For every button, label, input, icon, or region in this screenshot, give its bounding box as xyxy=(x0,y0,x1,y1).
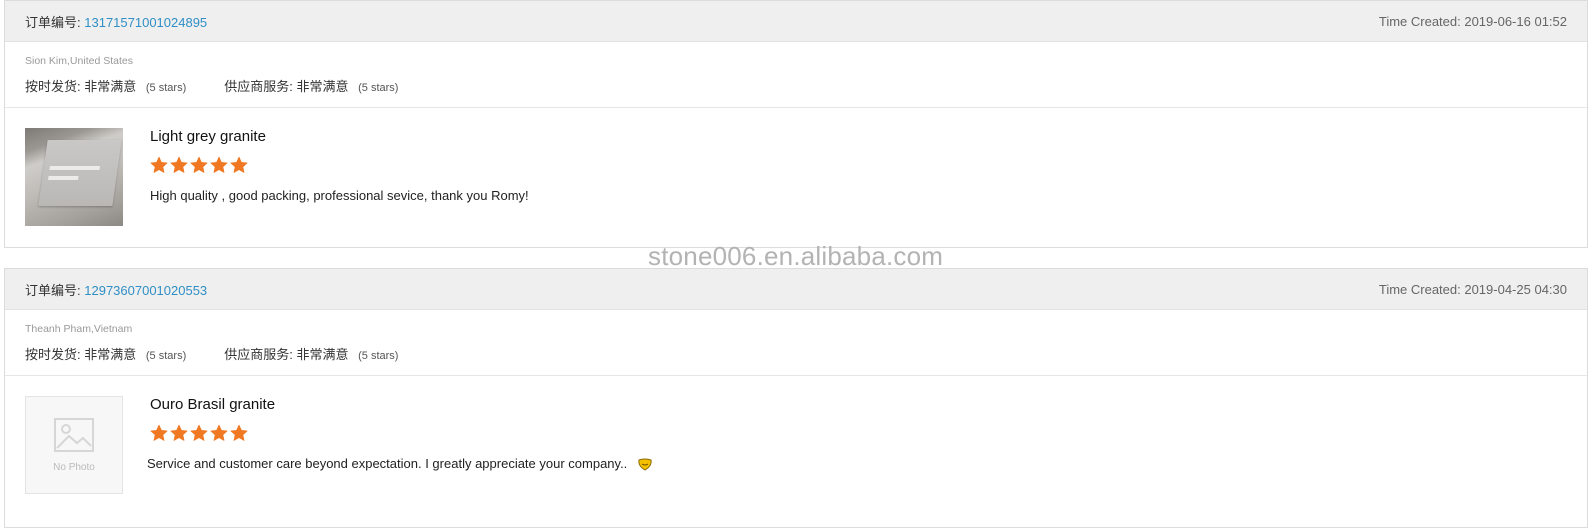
order-label: 订单编号: xyxy=(25,14,81,30)
service-label: 供应商服务: xyxy=(224,79,293,94)
review-comment-row: Service and customer care beyond expecta… xyxy=(147,456,653,471)
shipping-rating: 按时发货: 非常满意 (5 stars) xyxy=(25,344,186,363)
slab-highlight xyxy=(48,176,79,180)
shipping-label: 按时发货: xyxy=(25,79,81,94)
star-rating xyxy=(150,424,248,442)
star-icon xyxy=(150,424,168,441)
buyer-info: Sion Kim,United States 按时发货: 非常满意 (5 sta… xyxy=(5,42,1587,108)
no-photo-label: No Photo xyxy=(53,461,95,473)
star-icon xyxy=(230,156,248,173)
rating-summary: 按时发货: 非常满意 (5 stars) 供应商服务: 非常满意 (5 star… xyxy=(25,76,1567,95)
shipping-rating: 按时发货: 非常满意 (5 stars) xyxy=(25,76,186,95)
shipping-value: 非常满意 xyxy=(84,79,137,94)
order-info: 订单编号: 13171571001024895 xyxy=(25,12,207,31)
service-value: 非常满意 xyxy=(296,79,349,94)
review-body: No Photo Ouro Brasil granite Service and… xyxy=(5,376,1587,514)
star-icon xyxy=(170,424,188,441)
shipping-stars-note: (5 stars) xyxy=(145,350,187,362)
time-created: Time Created: 2019-06-16 01:52 xyxy=(1378,13,1567,29)
slab-highlight xyxy=(49,166,100,170)
granite-slab-image xyxy=(38,140,122,206)
buyer-name: Theanh Pham,Vietnam xyxy=(25,323,133,335)
star-icon xyxy=(230,424,248,441)
star-icon xyxy=(190,424,208,441)
buyer-name: Sion Kim,United States xyxy=(25,55,133,67)
service-rating: 供应商服务: 非常满意 (5 stars) xyxy=(224,76,398,95)
product-thumbnail[interactable]: No Photo xyxy=(25,396,123,494)
rating-summary: 按时发货: 非常满意 (5 stars) 供应商服务: 非常满意 (5 star… xyxy=(25,344,1567,363)
star-icon xyxy=(150,156,168,173)
star-icon xyxy=(170,156,188,173)
star-icon xyxy=(210,156,228,173)
service-label: 供应商服务: xyxy=(224,347,293,362)
star-icon xyxy=(210,424,228,441)
service-value: 非常满意 xyxy=(296,347,349,362)
image-placeholder-icon xyxy=(54,417,94,452)
service-stars-note: (5 stars) xyxy=(358,82,399,94)
smile-emoji-icon xyxy=(638,458,652,471)
order-label: 订单编号: xyxy=(25,282,81,298)
review-card: 订单编号: 13171571001024895 Time Created: 20… xyxy=(4,0,1588,248)
shipping-label: 按时发货: xyxy=(25,347,81,362)
order-number-link[interactable]: 12973607001020553 xyxy=(84,283,207,298)
time-created: Time Created: 2019-04-25 04:30 xyxy=(1378,281,1567,297)
order-number-link[interactable]: 13171571001024895 xyxy=(84,15,207,30)
product-title[interactable]: Light grey granite xyxy=(150,128,266,145)
buyer-info: Theanh Pham,Vietnam 按时发货: 非常满意 (5 stars)… xyxy=(5,310,1587,376)
review-comment: Service and customer care beyond expecta… xyxy=(147,456,628,471)
order-info: 订单编号: 12973607001020553 xyxy=(25,280,207,299)
product-title[interactable]: Ouro Brasil granite xyxy=(150,396,275,413)
order-header: 订单编号: 13171571001024895 Time Created: 20… xyxy=(5,1,1587,42)
review-card: 订单编号: 12973607001020553 Time Created: 20… xyxy=(4,268,1588,528)
service-stars-note: (5 stars) xyxy=(358,350,399,362)
star-rating xyxy=(150,156,248,174)
shipping-stars-note: (5 stars) xyxy=(145,82,187,94)
star-icon xyxy=(190,156,208,173)
order-header: 订单编号: 12973607001020553 Time Created: 20… xyxy=(5,269,1587,310)
service-rating: 供应商服务: 非常满意 (5 stars) xyxy=(224,344,398,363)
review-comment: High quality , good packing, professiona… xyxy=(150,188,529,203)
review-body: Light grey granite High quality , good p… xyxy=(5,108,1587,246)
shipping-value: 非常满意 xyxy=(84,347,137,362)
product-thumbnail[interactable] xyxy=(25,128,123,226)
